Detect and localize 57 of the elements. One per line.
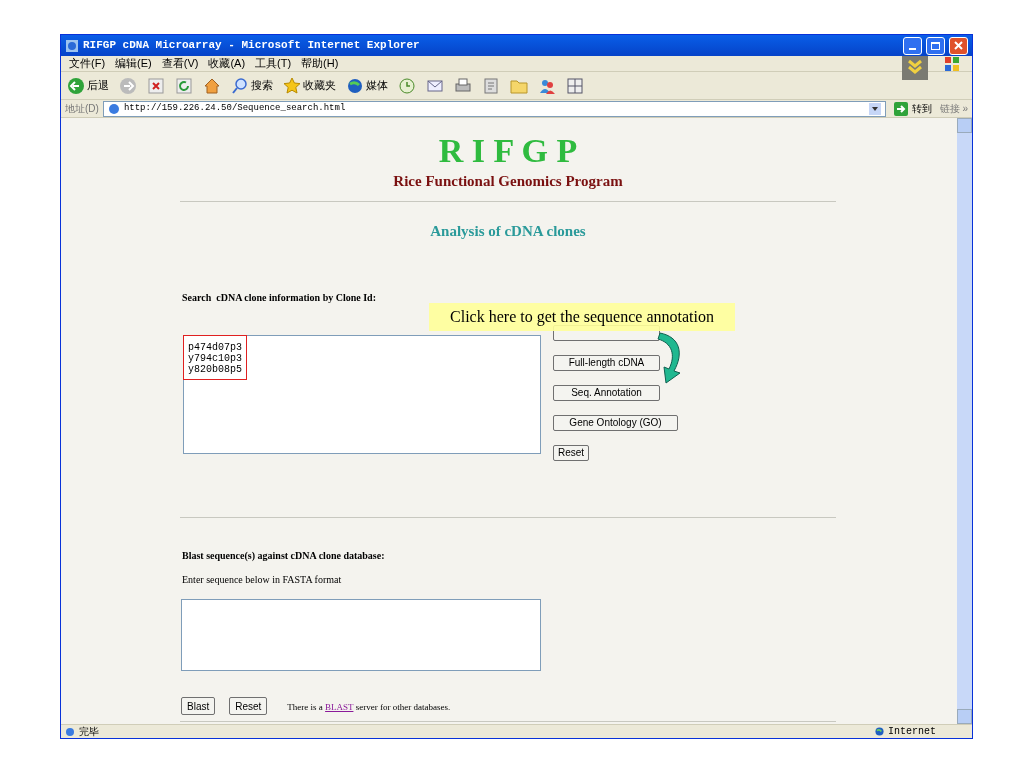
- links-button[interactable]: 链接 »: [939, 101, 972, 116]
- menu-item[interactable]: 帮助(H): [301, 55, 339, 72]
- star-icon: [283, 76, 301, 95]
- address-field[interactable]: http://159.226.24.50/Sequence_search.html: [102, 100, 886, 117]
- section-label: Search cDNA clone information by Clone Id:: [182, 291, 377, 305]
- site-logo: R I F G P: [437, 132, 579, 170]
- globe-icon: [346, 76, 364, 95]
- document-icon[interactable]: [482, 76, 500, 95]
- dropdown-icon[interactable]: [868, 102, 881, 115]
- close-icon: [954, 41, 963, 50]
- action-button[interactable]: Full-length cDNA: [553, 355, 660, 371]
- stop-icon[interactable]: [147, 76, 165, 95]
- windows-logo-icon: [944, 55, 960, 72]
- page-icon: [107, 102, 120, 115]
- blast-link[interactable]: BLAST: [325, 702, 354, 713]
- close-button[interactable]: [949, 36, 968, 55]
- clock-icon[interactable]: [398, 76, 416, 95]
- action-button[interactable]: Gene Ontology (GO): [553, 415, 678, 431]
- minimize-button[interactable]: [903, 36, 922, 55]
- menu-item[interactable]: 编辑(E): [115, 55, 152, 72]
- home-icon[interactable]: [203, 76, 221, 95]
- highlight-frame: [183, 335, 247, 380]
- action-button[interactable]: Seq. Annotation: [553, 385, 660, 401]
- magnifier-icon: [231, 76, 249, 95]
- go-button[interactable]: 转到: [889, 101, 936, 116]
- page-heading: Analysis of cDNA clones: [429, 221, 587, 241]
- grid-icon[interactable]: [566, 76, 584, 95]
- status-text: 完毕: [79, 725, 99, 739]
- info-text: There is a BLAST server for other databases.: [287, 701, 451, 715]
- browser-icon: [65, 38, 79, 53]
- form-button[interactable]: Blast: [181, 697, 216, 715]
- media-button[interactable]: 媒体: [344, 73, 390, 98]
- search-button[interactable]: 搜索: [229, 73, 275, 98]
- globe-icon: [875, 727, 884, 736]
- site-subtitle: Rice Functional Genomics Program: [392, 172, 624, 191]
- menu-item[interactable]: 文件(F): [69, 55, 106, 72]
- printer-icon[interactable]: [454, 76, 472, 95]
- page-icon: [65, 726, 75, 737]
- window-title: RIFGP cDNA Microarray - Microsoft Internet Explorer: [83, 38, 420, 54]
- form-button[interactable]: Reset: [229, 697, 268, 715]
- instruction-text: Enter sequence below in FASTA format: [182, 573, 343, 587]
- maximize-button[interactable]: [926, 36, 945, 55]
- back-button[interactable]: 后退: [65, 73, 111, 98]
- section-label: Blast sequence(s) against cDNA clone database:: [182, 549, 386, 563]
- sequence-field[interactable]: [181, 599, 541, 671]
- address-label: 地址(D): [65, 102, 99, 116]
- menu-item[interactable]: 工具(T): [255, 55, 292, 72]
- action-button[interactable]: Reset: [553, 445, 590, 461]
- clone-id-field[interactable]: p474d07p3 y794c10p3 y820b08p5: [183, 335, 541, 454]
- security-zone: Internet: [888, 725, 937, 739]
- menu-item[interactable]: 查看(V): [161, 55, 199, 72]
- annotation-tooltip: Click here to get the sequence annotation: [429, 303, 735, 331]
- favorites-button[interactable]: 收藏夹: [281, 73, 338, 98]
- chevron-icon[interactable]: [902, 55, 928, 80]
- arrow-icon: [893, 101, 908, 116]
- menu-item[interactable]: 收藏(A): [208, 55, 246, 72]
- refresh-icon[interactable]: [175, 76, 193, 95]
